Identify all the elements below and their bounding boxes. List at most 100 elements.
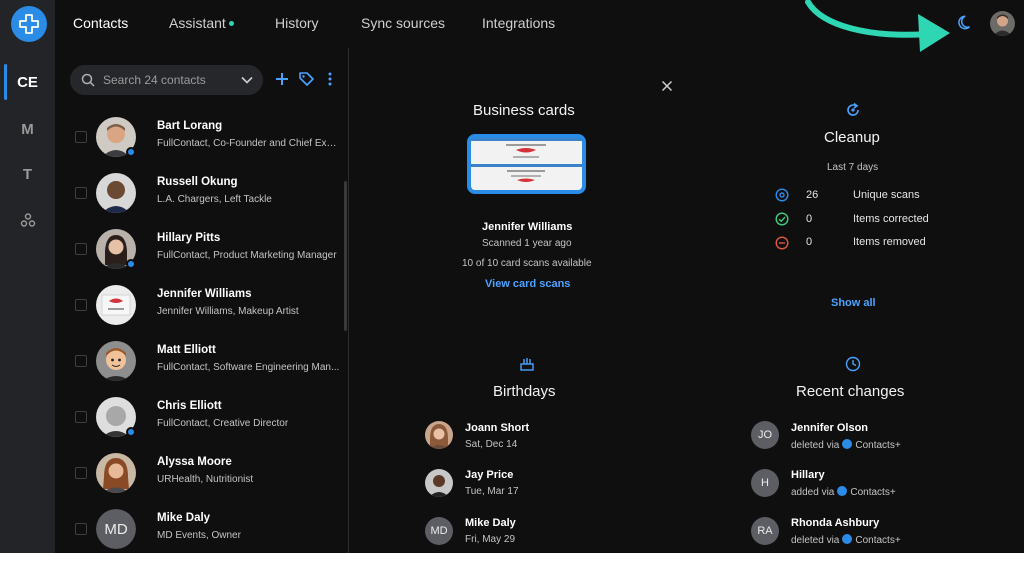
chevron-down-icon[interactable] bbox=[241, 76, 253, 84]
tab-contacts[interactable]: Contacts bbox=[73, 15, 128, 31]
card-contact-name: Jennifer Williams bbox=[482, 221, 573, 233]
rail-item-t[interactable]: T bbox=[0, 155, 55, 193]
annotation-arrow-icon bbox=[805, 0, 950, 52]
recent-changes-title: Recent changes bbox=[796, 383, 905, 400]
birthday-name: Mike Daly bbox=[465, 517, 516, 529]
dark-mode-icon[interactable] bbox=[957, 14, 975, 32]
contact-name: Chris Elliott bbox=[157, 400, 222, 412]
birthday-name: Joann Short bbox=[465, 422, 530, 434]
view-card-scans-link[interactable]: View card scans bbox=[485, 278, 570, 290]
tab-history[interactable]: History bbox=[275, 15, 319, 31]
birthday-date: Sat, Dec 14 bbox=[465, 439, 518, 450]
contact-subtitle: FullContact, Co-Founder and Chief Exe... bbox=[157, 138, 340, 149]
avatar-initials: H bbox=[751, 469, 779, 497]
cleanup-icon bbox=[847, 102, 859, 116]
contact-name: Matt Elliott bbox=[157, 344, 216, 356]
row-checkbox[interactable] bbox=[75, 355, 87, 367]
avatar-initials: MD bbox=[96, 509, 136, 549]
change-action: added via bbox=[791, 487, 835, 498]
user-avatar[interactable] bbox=[990, 11, 1015, 36]
birthday-date: Tue, Mar 17 bbox=[465, 486, 519, 497]
tab-sync-sources[interactable]: Sync sources bbox=[361, 15, 445, 31]
close-icon[interactable] bbox=[661, 80, 673, 92]
business-card-preview[interactable] bbox=[467, 134, 586, 194]
items-removed-count: 0 bbox=[806, 236, 813, 248]
notification-dot bbox=[228, 21, 234, 26]
contact-row[interactable]: Matt Elliott FullContact, Software Engin… bbox=[55, 333, 345, 389]
change-action: deleted via bbox=[791, 535, 840, 546]
avatar-initials: JO bbox=[751, 421, 779, 449]
contacts-plus-icon bbox=[842, 439, 853, 449]
row-checkbox[interactable] bbox=[75, 523, 87, 535]
row-checkbox[interactable] bbox=[75, 411, 87, 423]
row-checkbox[interactable] bbox=[75, 467, 87, 479]
contact-row[interactable]: Alyssa Moore URHealth, Nutritionist bbox=[55, 445, 345, 501]
contact-name: Russell Okung bbox=[157, 176, 238, 188]
more-vertical-icon[interactable] bbox=[326, 70, 334, 88]
change-source: Contacts+ bbox=[850, 487, 896, 498]
change-name: Hillary bbox=[791, 469, 825, 481]
search-icon bbox=[81, 73, 95, 87]
status-dot bbox=[126, 427, 136, 437]
app-logo[interactable] bbox=[11, 6, 47, 42]
status-dot bbox=[126, 147, 136, 157]
unique-scans-count: 26 bbox=[806, 189, 819, 201]
items-removed-label: Items removed bbox=[853, 236, 926, 248]
remove-circle-icon bbox=[775, 236, 789, 250]
tag-icon[interactable] bbox=[298, 70, 314, 88]
cake-icon bbox=[520, 358, 534, 371]
avatar bbox=[425, 421, 453, 449]
business-card-back bbox=[471, 167, 582, 190]
avatar bbox=[425, 469, 453, 497]
panel-divider bbox=[348, 48, 349, 553]
items-corrected-label: Items corrected bbox=[853, 213, 929, 225]
search-box[interactable]: Search 24 contacts bbox=[70, 65, 263, 95]
contact-name: Hillary Pitts bbox=[157, 232, 221, 244]
contact-row[interactable]: Bart Lorang FullContact, Co-Founder and … bbox=[55, 109, 345, 165]
card-scans-available: 10 of 10 card scans available bbox=[462, 258, 592, 269]
contact-subtitle: FullContact, Product Marketing Manager bbox=[157, 250, 337, 261]
change-source: Contacts+ bbox=[855, 535, 901, 546]
add-contact-icon[interactable] bbox=[274, 70, 290, 88]
unique-scans-icon bbox=[775, 188, 789, 202]
business-card-front bbox=[471, 141, 582, 164]
contacts-plus-icon bbox=[837, 486, 848, 496]
plus-logo-icon bbox=[19, 14, 39, 34]
avatar-initials: RA bbox=[751, 517, 779, 545]
row-checkbox[interactable] bbox=[75, 299, 87, 311]
bottom-margin bbox=[0, 553, 1024, 576]
show-all-link[interactable]: Show all bbox=[831, 297, 876, 309]
change-name: Jennifer Olson bbox=[791, 422, 869, 434]
contact-row[interactable]: Chris Elliott FullContact, Creative Dire… bbox=[55, 389, 345, 445]
contact-row[interactable]: Jennifer Williams Jennifer Williams, Mak… bbox=[55, 277, 345, 333]
card-scanned-time: Scanned 1 year ago bbox=[482, 238, 572, 249]
contact-row[interactable]: Hillary Pitts FullContact, Product Marke… bbox=[55, 221, 345, 277]
rail-item-m[interactable]: M bbox=[0, 110, 55, 148]
rail-item-teams[interactable] bbox=[0, 201, 55, 239]
search-input[interactable]: Search 24 contacts bbox=[103, 73, 241, 87]
items-corrected-count: 0 bbox=[806, 213, 813, 225]
tab-assistant[interactable]: Assistant bbox=[169, 15, 234, 31]
tab-integrations[interactable]: Integrations bbox=[482, 15, 555, 31]
birthday-date: Fri, May 29 bbox=[465, 534, 516, 545]
avatar-initials: MD bbox=[425, 517, 453, 545]
contact-name: Bart Lorang bbox=[157, 120, 223, 132]
contact-subtitle: L.A. Chargers, Left Tackle bbox=[157, 194, 272, 205]
contact-row[interactable]: Russell Okung L.A. Chargers, Left Tackle bbox=[55, 165, 345, 221]
avatar bbox=[96, 453, 136, 493]
contacts-plus-icon bbox=[842, 534, 853, 544]
rail-item-ce[interactable]: CE bbox=[0, 63, 55, 101]
change-action: deleted via bbox=[791, 440, 840, 451]
contact-name: Mike Daly bbox=[157, 512, 211, 524]
row-checkbox[interactable] bbox=[75, 187, 87, 199]
tab-assistant-label: Assistant bbox=[169, 15, 226, 31]
row-checkbox[interactable] bbox=[75, 243, 87, 255]
row-checkbox[interactable] bbox=[75, 131, 87, 143]
avatar: MD bbox=[96, 509, 136, 549]
change-detail: added via Contacts+ bbox=[791, 486, 896, 498]
contact-name: Jennifer Williams bbox=[157, 288, 252, 300]
business-cards-title: Business cards bbox=[473, 102, 575, 119]
contact-row[interactable]: MD Mike Daly MD Events, Owner bbox=[55, 501, 345, 553]
avatar bbox=[96, 173, 136, 213]
contact-name: Alyssa Moore bbox=[157, 456, 232, 468]
